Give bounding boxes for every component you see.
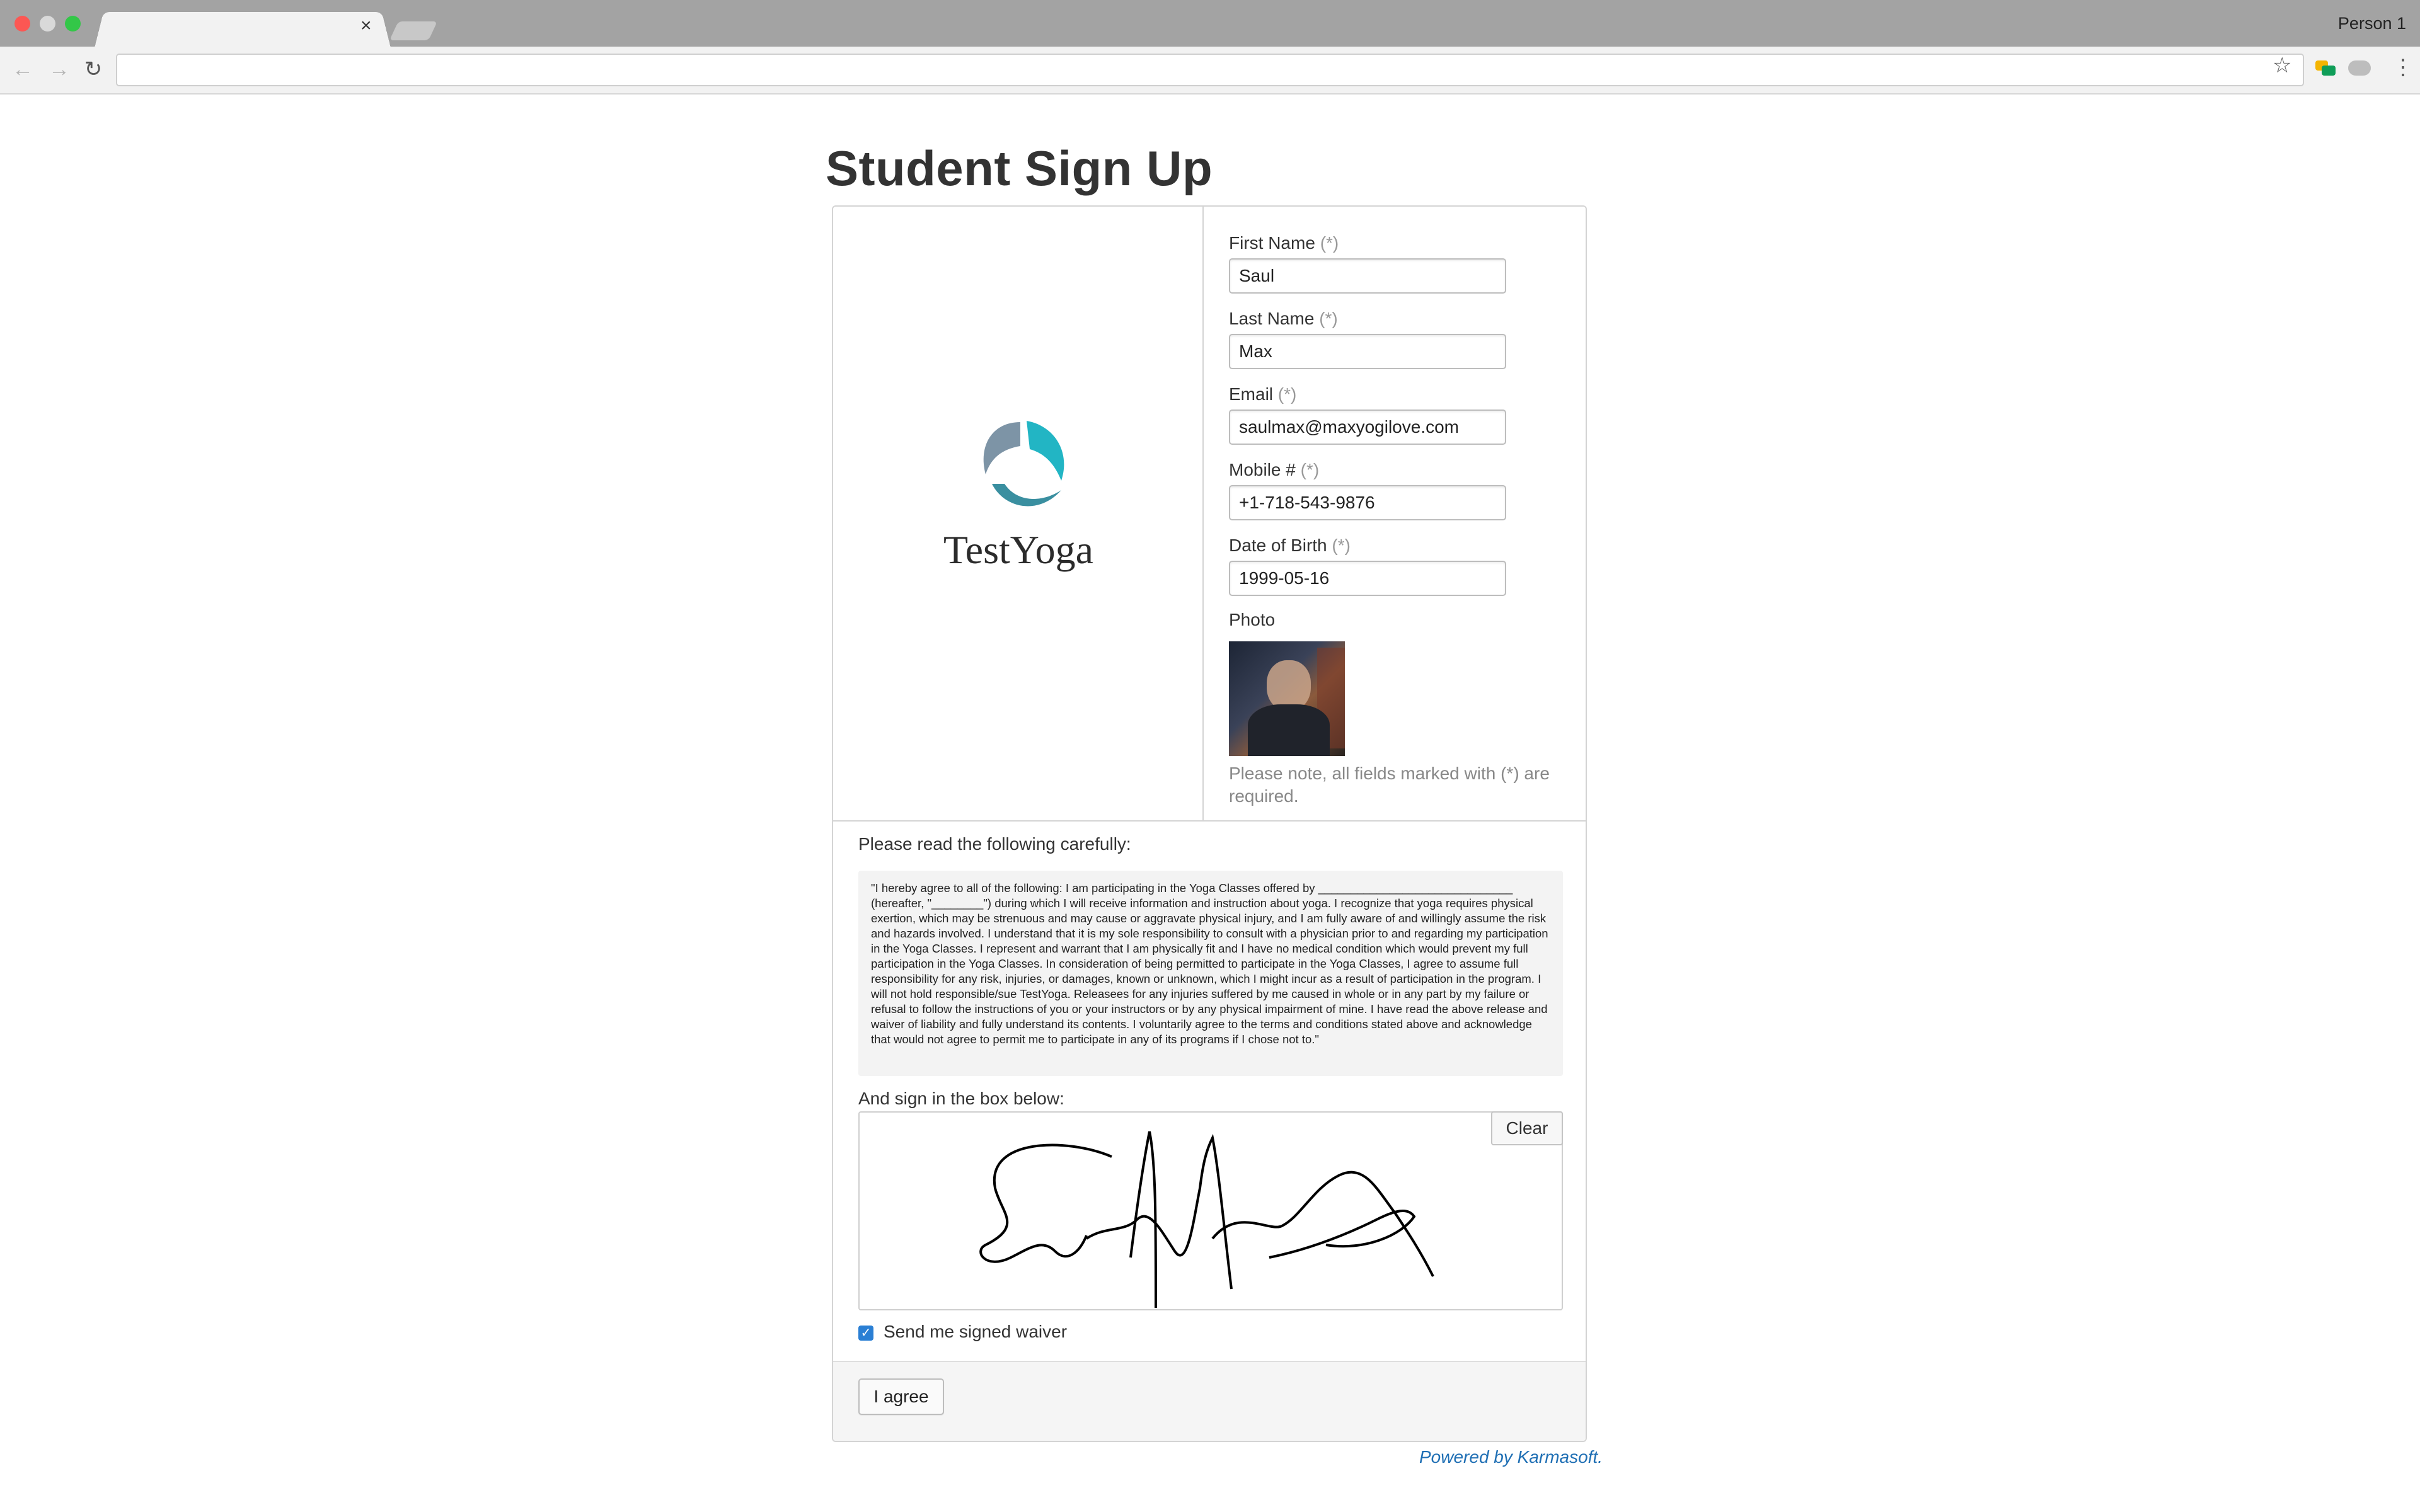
profile-photo[interactable]	[1229, 641, 1345, 756]
window-maximize-button[interactable]	[65, 16, 81, 32]
address-bar[interactable]	[116, 54, 2304, 86]
powered-by-link[interactable]: Powered by Karmasoft.	[1419, 1447, 1603, 1467]
last-name-input[interactable]	[1229, 334, 1506, 369]
browser-toolbar: ← → ↻ ☆ ⋮	[0, 47, 2420, 94]
agree-button[interactable]: I agree	[858, 1378, 944, 1415]
signup-card: TestYoga First Name (*) Last Name (*) Em…	[832, 205, 1587, 1442]
signature-pad[interactable]: Clear	[858, 1111, 1563, 1310]
photo-label: Photo	[1229, 610, 1276, 629]
dob-label: Date of Birth (*)	[1229, 536, 1351, 555]
bookmark-star-icon[interactable]: ☆	[2273, 53, 2291, 78]
dob-input[interactable]	[1229, 561, 1506, 596]
forward-arrow-icon[interactable]: →	[47, 57, 72, 82]
back-arrow-icon[interactable]: ←	[10, 57, 35, 82]
extension-icon[interactable]	[2315, 60, 2336, 76]
waiver-instructions: Please read the following carefully:	[858, 834, 1131, 854]
tab-close-icon[interactable]: ×	[360, 16, 372, 35]
waiver-text: "I hereby agree to all of the following:…	[858, 871, 1563, 1076]
window-close-button[interactable]	[14, 16, 30, 32]
clear-signature-button[interactable]: Clear	[1491, 1111, 1563, 1145]
email-input[interactable]	[1229, 410, 1506, 445]
mobile-label: Mobile # (*)	[1229, 460, 1320, 479]
window-minimize-button[interactable]	[40, 16, 55, 32]
last-name-label: Last Name (*)	[1229, 309, 1338, 328]
form-footer	[833, 1361, 1586, 1441]
reload-icon[interactable]: ↻	[81, 57, 106, 82]
cloud-extension-icon[interactable]	[2348, 60, 2371, 76]
signature-drawing	[979, 1131, 1434, 1309]
mobile-input[interactable]	[1229, 485, 1506, 520]
email-label: Email (*)	[1229, 384, 1297, 404]
browser-titlebar: × Person 1	[0, 0, 2420, 48]
page-title: Student Sign Up	[826, 140, 1213, 196]
brand-name: TestYoga	[943, 527, 1093, 572]
first-name-input[interactable]	[1229, 258, 1506, 294]
browser-menu-icon[interactable]: ⋮	[2392, 57, 2414, 78]
browser-tab-active[interactable]	[95, 12, 391, 48]
required-note: Please note, all fields marked with (*) …	[1229, 764, 1550, 806]
sign-instructions: And sign in the box below:	[858, 1089, 1064, 1108]
profile-form: First Name (*) Last Name (*) Email (*) M…	[1204, 207, 1586, 822]
send-waiver-checkbox[interactable]: ✓	[858, 1326, 873, 1341]
send-waiver-label[interactable]: Send me signed waiver	[884, 1322, 1067, 1342]
testyoga-logo-icon	[983, 421, 1064, 507]
logo-panel: TestYoga	[833, 207, 1204, 822]
new-tab-button[interactable]	[389, 21, 437, 40]
first-name-label: First Name (*)	[1229, 233, 1339, 253]
profile-name[interactable]: Person 1	[2338, 14, 2406, 33]
